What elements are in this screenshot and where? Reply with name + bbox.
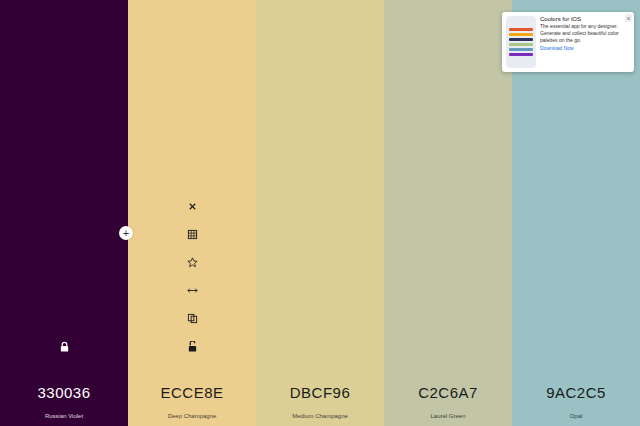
color-column[interactable]: C2C6A7 Laurel Green bbox=[384, 0, 512, 426]
hex-code[interactable]: C2C6A7 bbox=[414, 382, 482, 403]
ad-close-button[interactable]: x bbox=[625, 14, 632, 22]
app-preview-image bbox=[506, 16, 536, 68]
preview-stripe bbox=[509, 38, 533, 41]
lock-placeholder bbox=[306, 332, 334, 360]
preview-stripe bbox=[509, 28, 533, 31]
lock-icon[interactable] bbox=[59, 341, 70, 352]
color-name: Laurel Green bbox=[428, 412, 467, 420]
ad-banner[interactable]: Coolors for iOSThe essential app for any… bbox=[502, 12, 634, 72]
hex-code[interactable]: ECCE8E bbox=[156, 382, 227, 403]
download-link[interactable]: Download Now bbox=[540, 45, 622, 51]
hex-code[interactable]: 9AC2C5 bbox=[542, 382, 610, 403]
lock-button[interactable] bbox=[178, 332, 206, 360]
preview-stripe bbox=[509, 48, 533, 51]
add-color-button[interactable]: + bbox=[119, 226, 133, 240]
toolbar-button[interactable] bbox=[178, 248, 206, 276]
hex-code[interactable]: 330036 bbox=[33, 382, 94, 403]
color-column[interactable]: DBCF96 Medium Champagne bbox=[256, 0, 384, 426]
drag-arrows-icon[interactable] bbox=[187, 285, 198, 296]
color-name: Medium Champagne bbox=[290, 412, 350, 420]
unlock-icon[interactable] bbox=[187, 341, 198, 352]
preview-stripe bbox=[509, 43, 533, 46]
toolbar-button[interactable] bbox=[178, 192, 206, 220]
grid-icon[interactable] bbox=[187, 229, 198, 240]
add-label[interactable]: + bbox=[123, 228, 129, 239]
column-toolbar bbox=[178, 192, 206, 360]
toolbar-button[interactable] bbox=[178, 220, 206, 248]
lock-placeholder bbox=[562, 332, 590, 360]
ad-body: The essential app for any designer. Gene… bbox=[540, 23, 622, 43]
ad-title: Coolors for iOS bbox=[540, 16, 622, 22]
star-icon[interactable] bbox=[187, 257, 198, 268]
lock-button[interactable] bbox=[50, 332, 78, 360]
toolbar-button[interactable] bbox=[178, 276, 206, 304]
preview-stripe bbox=[509, 33, 533, 36]
color-name: Russian Violet bbox=[43, 412, 85, 420]
color-name: Deep Champagne bbox=[166, 412, 219, 420]
close-icon[interactable] bbox=[187, 201, 198, 212]
lock-placeholder bbox=[434, 332, 462, 360]
color-column[interactable]: 330036 Russian Violet bbox=[0, 0, 128, 426]
color-column[interactable]: ECCE8E Deep Champagne bbox=[128, 0, 256, 426]
ad-text: Coolors for iOSThe essential app for any… bbox=[540, 16, 630, 68]
preview-stripe bbox=[509, 53, 533, 56]
hex-code[interactable]: DBCF96 bbox=[286, 382, 355, 403]
color-name: Opal bbox=[568, 412, 585, 420]
toolbar-button[interactable] bbox=[178, 304, 206, 332]
copy-icon[interactable] bbox=[187, 313, 198, 324]
